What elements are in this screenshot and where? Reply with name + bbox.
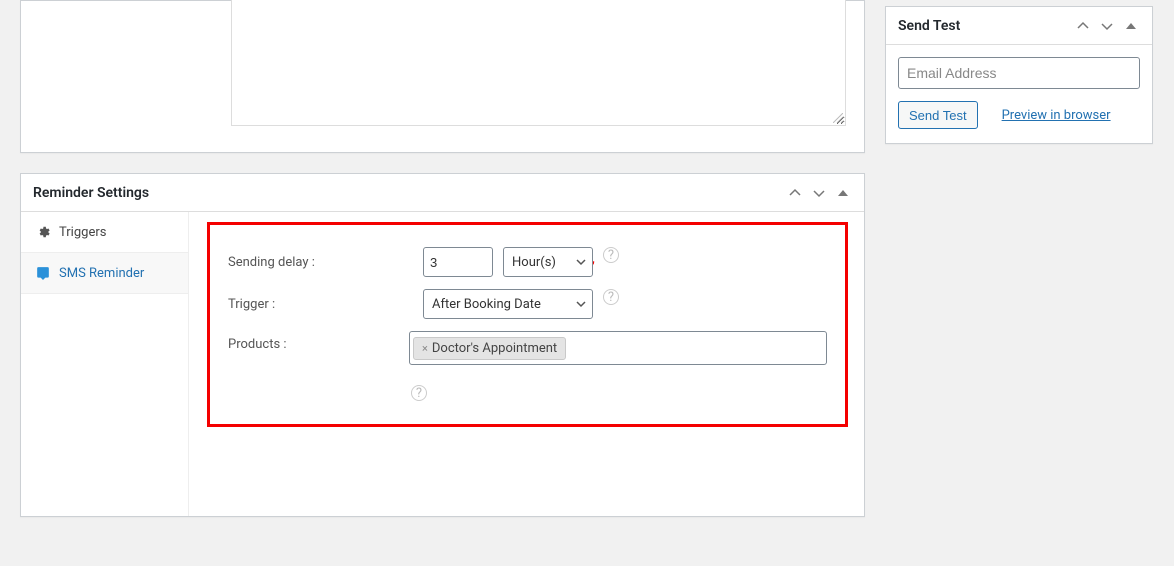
metabox-header-controls xyxy=(1074,17,1140,35)
chevron-down-icon xyxy=(576,299,586,309)
trigger-value: After Booking Date xyxy=(432,297,541,312)
reminder-settings-title: Reminder Settings xyxy=(33,185,786,201)
product-tag: × Doctor's Appointment xyxy=(413,337,566,360)
chevron-down-icon xyxy=(576,257,586,267)
trigger-select[interactable]: After Booking Date xyxy=(423,289,593,319)
reminder-settings-body: Triggers SMS Reminder xyxy=(21,212,864,516)
annotation-highlight-box: Sending delay : Hour(s) ? Trigger : xyxy=(207,222,848,427)
gear-icon xyxy=(35,224,51,240)
sending-delay-unit-value: Hour(s) xyxy=(512,255,556,270)
products-select[interactable]: × Doctor's Appointment xyxy=(409,331,827,365)
resize-grip-icon[interactable] xyxy=(833,113,843,123)
trigger-label: Trigger : xyxy=(228,297,423,312)
reminder-settings-metabox: Reminder Settings Triggers xyxy=(20,173,865,517)
sending-delay-unit-select[interactable]: Hour(s) xyxy=(503,247,593,277)
content-textarea[interactable] xyxy=(231,0,846,126)
toggle-panel-button[interactable] xyxy=(834,184,852,202)
settings-side-tabs: Triggers SMS Reminder xyxy=(21,212,189,516)
chevron-up-icon xyxy=(789,187,801,199)
product-tag-label: Doctor's Appointment xyxy=(432,341,557,356)
sending-delay-label: Sending delay : xyxy=(228,255,423,270)
trigger-row: Trigger : After Booking Date ? xyxy=(228,283,827,325)
sending-delay-row: Sending delay : Hour(s) ? xyxy=(228,241,827,283)
toggle-panel-button[interactable] xyxy=(1122,17,1140,35)
caret-up-icon xyxy=(838,188,848,198)
email-address-input[interactable] xyxy=(898,57,1140,89)
caret-up-icon xyxy=(1126,21,1136,31)
preview-in-browser-link[interactable]: Preview in browser xyxy=(1002,108,1111,123)
send-test-actions: Send Test Preview in browser xyxy=(898,101,1140,129)
chevron-down-icon xyxy=(813,187,825,199)
chat-icon xyxy=(35,265,51,281)
metabox-header-controls xyxy=(786,184,852,202)
tab-content: Sending delay : Hour(s) ? Trigger : xyxy=(189,212,864,516)
products-label: Products : xyxy=(228,331,409,352)
help-icon[interactable]: ? xyxy=(603,247,619,263)
send-test-title: Send Test xyxy=(898,18,1074,34)
chevron-up-icon xyxy=(1077,20,1089,32)
send-test-metabox: Send Test Send Test Preview in browser xyxy=(885,6,1153,144)
help-icon[interactable]: ? xyxy=(603,289,619,305)
send-test-body: Send Test Preview in browser xyxy=(886,45,1152,143)
reminder-settings-header: Reminder Settings xyxy=(21,174,864,212)
send-test-header: Send Test xyxy=(886,7,1152,45)
tab-triggers-label: Triggers xyxy=(59,225,106,240)
move-down-button[interactable] xyxy=(1098,17,1116,35)
products-row: Products : × Doctor's Appointment ? xyxy=(228,325,827,401)
sending-delay-input[interactable] xyxy=(423,247,493,277)
tab-triggers[interactable]: Triggers xyxy=(21,212,188,253)
chevron-down-icon xyxy=(1101,20,1113,32)
help-icon[interactable]: ? xyxy=(411,385,427,401)
tab-sms-reminder-label: SMS Reminder xyxy=(59,266,144,281)
tab-sms-reminder[interactable]: SMS Reminder xyxy=(21,253,188,294)
move-down-button[interactable] xyxy=(810,184,828,202)
remove-tag-button[interactable]: × xyxy=(422,343,428,354)
send-test-button[interactable]: Send Test xyxy=(898,101,978,129)
move-up-button[interactable] xyxy=(1074,17,1092,35)
editor-metabox xyxy=(20,0,865,153)
move-up-button[interactable] xyxy=(786,184,804,202)
